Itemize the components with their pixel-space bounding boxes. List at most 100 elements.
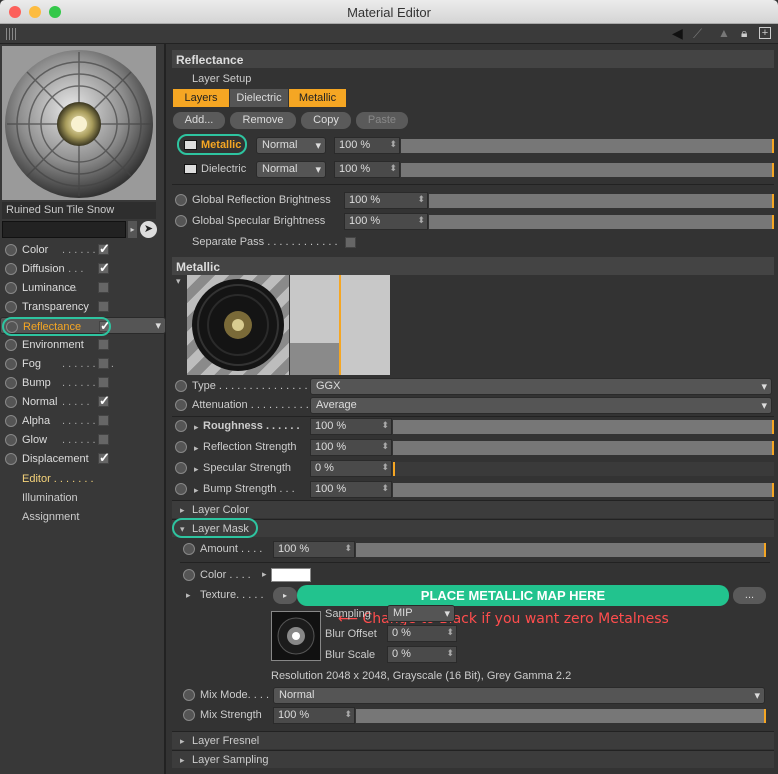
channel-label[interactable]: Alpha: [22, 415, 50, 427]
expand-arrow-icon[interactable]: ▸: [194, 443, 199, 454]
bump-strength-value[interactable]: 100 %: [310, 481, 392, 498]
channel-dot-icon[interactable]: [5, 301, 17, 313]
blur-offset-value[interactable]: 0 %: [387, 625, 457, 642]
specular-strength-value[interactable]: 0 %: [310, 460, 392, 477]
reflection-strength-value[interactable]: 100 %: [310, 439, 392, 456]
separate-pass-checkbox[interactable]: [345, 237, 356, 248]
metallic-texture-preview[interactable]: [187, 275, 289, 375]
channel-bump[interactable]: Bump . . . . . . .: [0, 374, 166, 393]
channel-label[interactable]: Normal: [22, 396, 57, 408]
curve-preview[interactable]: [290, 275, 390, 375]
channel-checkbox[interactable]: [98, 434, 109, 445]
mix-strength-slider[interactable]: [356, 709, 766, 723]
channel-checkbox[interactable]: [98, 377, 109, 388]
dielectric-layer-row[interactable]: Dielectric Normal 100 %: [172, 159, 774, 180]
bump-strength-slider[interactable]: [393, 483, 774, 497]
texture-load-button[interactable]: ▸: [273, 587, 297, 604]
add-button[interactable]: Add...: [173, 112, 225, 129]
layer-fresnel-label[interactable]: Layer Fresnel: [192, 735, 259, 747]
paste-button[interactable]: Paste: [356, 112, 408, 129]
color-swatch[interactable]: [271, 568, 311, 582]
channel-dot-icon[interactable]: [5, 263, 17, 275]
eye-icon[interactable]: [184, 164, 197, 174]
channel-label[interactable]: Diffusion: [22, 263, 65, 275]
channel-label[interactable]: Glow: [22, 434, 47, 446]
channel-label[interactable]: Displacement: [22, 453, 89, 465]
metallic-layer-value[interactable]: 100 %: [334, 137, 400, 154]
channel-dot-icon[interactable]: [5, 453, 17, 465]
collapse-arrow-icon[interactable]: ▾: [176, 276, 181, 287]
channel-checkbox[interactable]: [98, 260, 110, 276]
channel-checkbox[interactable]: [98, 339, 109, 350]
animate-dot-icon[interactable]: [175, 215, 187, 227]
animate-dot-icon[interactable]: [175, 462, 187, 474]
material-search-input[interactable]: [2, 221, 126, 238]
expand-arrow-icon[interactable]: ▸: [186, 590, 191, 601]
animate-dot-icon[interactable]: [183, 709, 195, 721]
channel-dot-icon[interactable]: [5, 415, 17, 427]
channel-checkbox[interactable]: [98, 241, 110, 257]
channel-label[interactable]: Environment: [22, 339, 84, 351]
layer-color-group[interactable]: ▸ Layer Color: [172, 500, 774, 518]
pointer-icon[interactable]: ➤: [140, 221, 157, 238]
dielectric-layer-name[interactable]: Dielectric: [201, 163, 246, 175]
animate-dot-icon[interactable]: [175, 380, 187, 392]
new-window-icon[interactable]: +: [759, 27, 771, 39]
material-name[interactable]: Ruined Sun Tile Snow: [2, 202, 156, 219]
channel-checkbox[interactable]: [98, 282, 109, 293]
channel-luminance[interactable]: Luminance. . .: [0, 279, 166, 298]
channel-dot-icon[interactable]: [5, 244, 17, 256]
expand-arrow-icon[interactable]: ▸: [180, 505, 185, 516]
texture-more-button[interactable]: ...: [733, 587, 766, 604]
global-specular-value[interactable]: 100 %: [344, 213, 428, 230]
material-preview[interactable]: [2, 46, 156, 200]
channel-transparency[interactable]: Transparency: [0, 298, 166, 317]
animate-dot-icon[interactable]: [175, 399, 187, 411]
type-select[interactable]: GGX: [310, 378, 772, 395]
metallic-layer-row[interactable]: Metallic Normal 100 %: [172, 135, 774, 156]
specular-strength-slider[interactable]: [393, 462, 774, 476]
editor-item[interactable]: Editor . . . . . . .: [22, 473, 94, 485]
channel-label[interactable]: Bump: [22, 377, 51, 389]
channel-normal[interactable]: Normal . . . . .: [0, 393, 166, 412]
illumination-item[interactable]: Illumination: [22, 492, 78, 504]
channel-checkbox[interactable]: [98, 358, 109, 369]
blur-scale-value[interactable]: 0 %: [387, 646, 457, 663]
channel-dot-icon[interactable]: [5, 434, 17, 446]
channel-displacement[interactable]: Displacement: [0, 450, 166, 469]
channel-label[interactable]: Fog: [22, 358, 41, 370]
channel-dot-icon[interactable]: [5, 358, 17, 370]
channel-dot-icon[interactable]: [5, 377, 17, 389]
roughness-slider[interactable]: [393, 420, 774, 434]
layer-sampling-group[interactable]: ▸ Layer Sampling: [172, 750, 774, 768]
animate-dot-icon[interactable]: [175, 483, 187, 495]
dielectric-layer-slider[interactable]: [401, 163, 774, 177]
channel-checkbox[interactable]: [98, 415, 109, 426]
channel-glow[interactable]: Glow. . . . . . . .: [0, 431, 166, 450]
animate-dot-icon[interactable]: [175, 420, 187, 432]
channel-environment[interactable]: Environment: [0, 336, 166, 355]
animate-dot-icon[interactable]: [183, 543, 195, 555]
lock-icon[interactable]: 🔒︎: [741, 26, 747, 41]
back-arrow-icon[interactable]: ◀: [672, 25, 683, 42]
channel-fog[interactable]: Fog. . . . . . . . .: [0, 355, 166, 374]
up-arrow-icon[interactable]: ▲: [718, 26, 730, 40]
remove-button[interactable]: Remove: [230, 112, 296, 129]
tab-dielectric[interactable]: Dielectric: [230, 89, 288, 107]
channel-checkbox[interactable]: [98, 393, 110, 409]
global-reflection-value[interactable]: 100 %: [344, 192, 428, 209]
layer-fresnel-group[interactable]: ▸ Layer Fresnel: [172, 731, 774, 749]
amount-slider[interactable]: [356, 543, 766, 557]
assignment-item[interactable]: Assignment: [22, 511, 79, 523]
expand-arrow-icon[interactable]: ▸: [180, 755, 185, 766]
place-metallic-map-button[interactable]: PLACE METALLIC MAP HERE: [297, 585, 729, 606]
layer-sampling-label[interactable]: Layer Sampling: [192, 754, 268, 766]
animate-dot-icon[interactable]: [183, 569, 195, 581]
channel-label[interactable]: Transparency: [22, 301, 89, 313]
layer-color-label[interactable]: Layer Color: [192, 504, 249, 516]
global-specular-slider[interactable]: [429, 215, 774, 229]
channel-dot-icon[interactable]: [5, 396, 17, 408]
amount-value[interactable]: 100 %: [273, 541, 355, 558]
channel-dot-icon[interactable]: [5, 339, 17, 351]
expand-arrow-icon[interactable]: ▸: [194, 464, 199, 475]
